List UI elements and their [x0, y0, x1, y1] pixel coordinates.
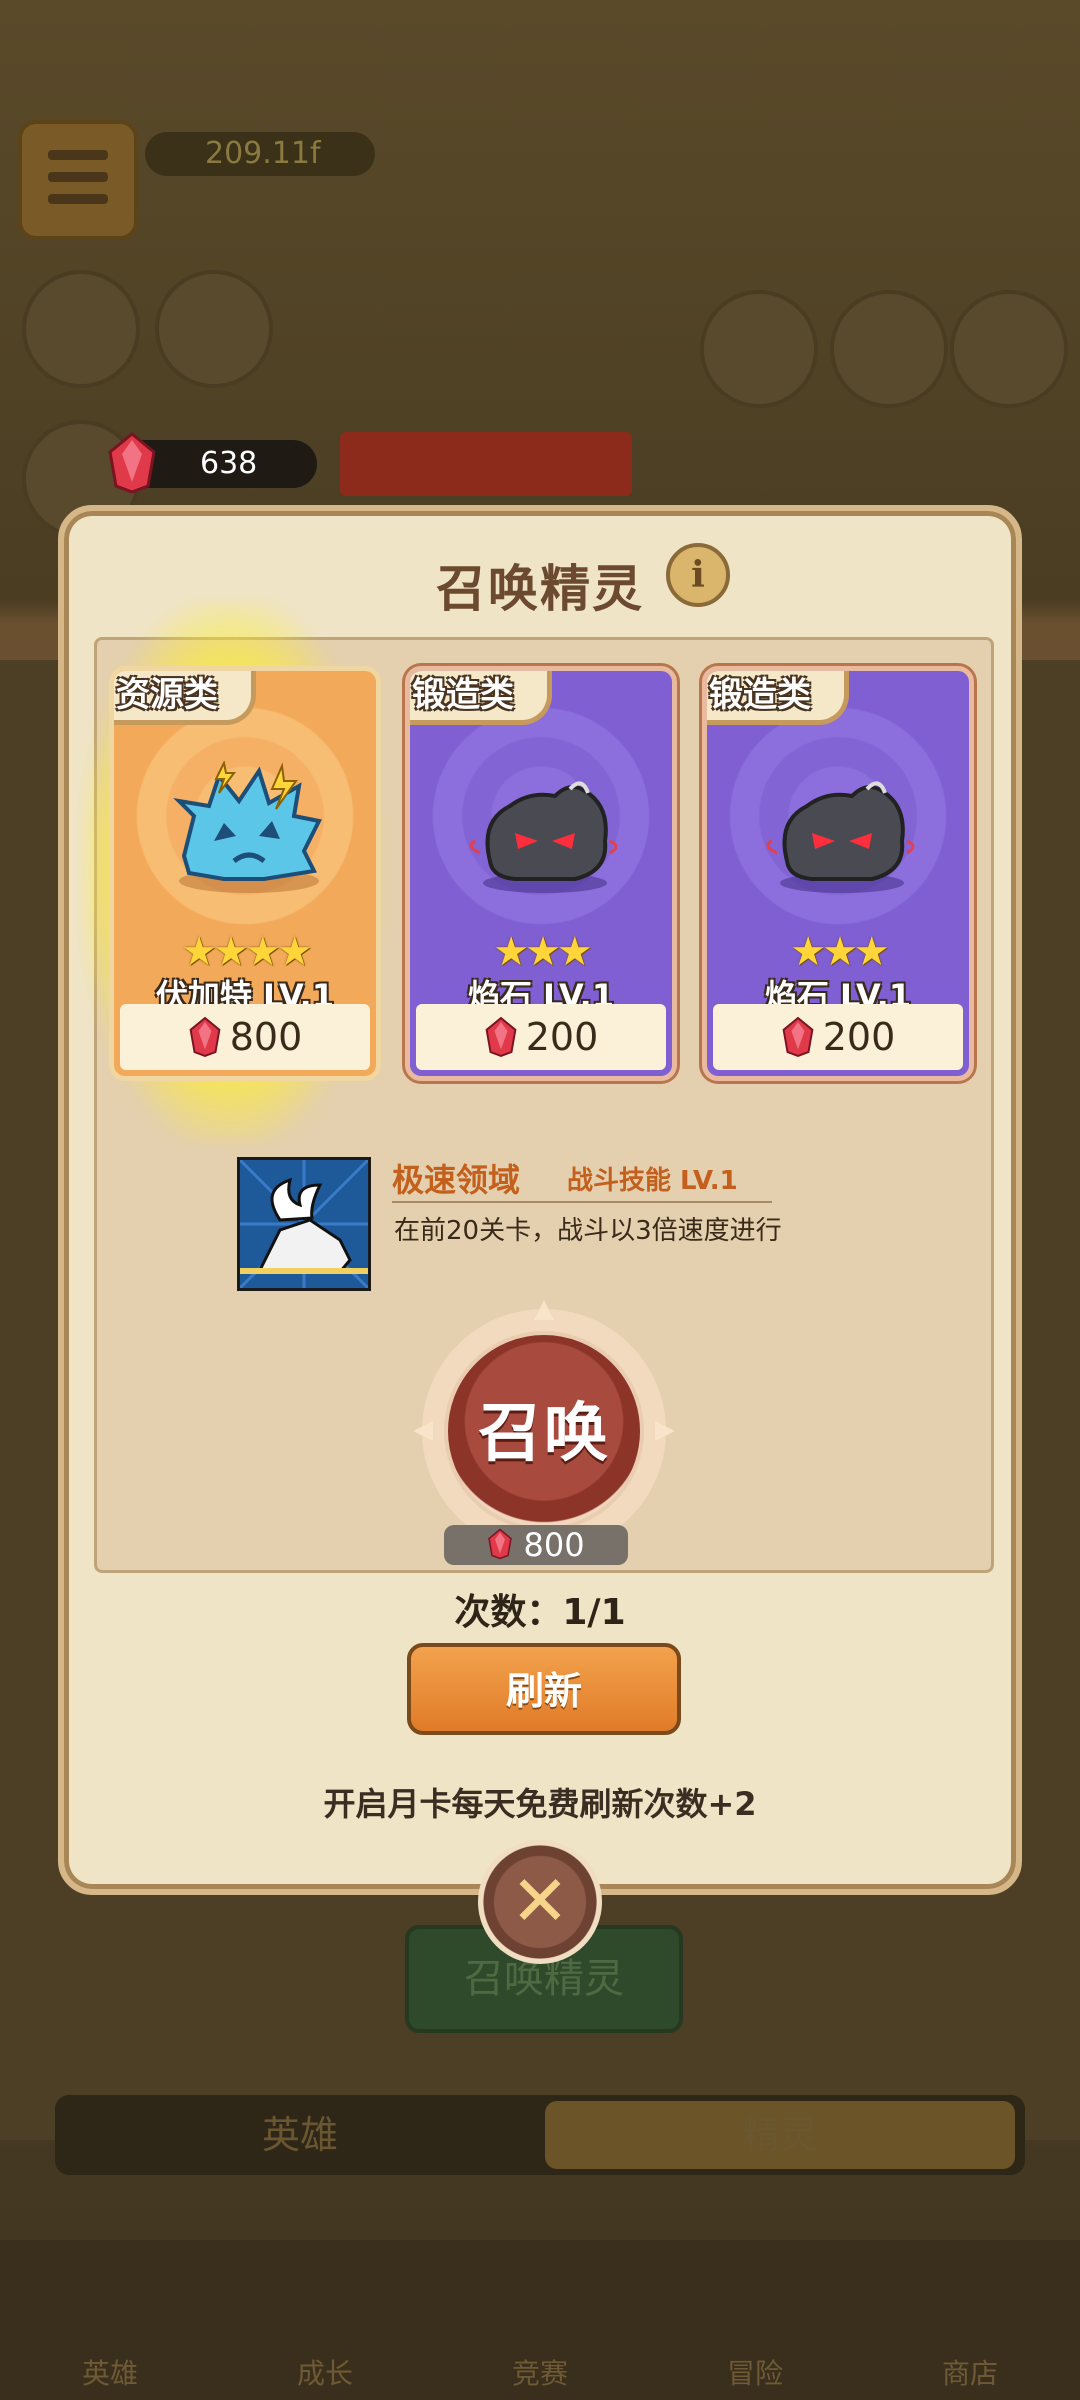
card-price: 200	[416, 1004, 666, 1070]
tab-heroes: 英雄	[261, 2113, 338, 2157]
card-price: 200	[713, 1004, 963, 1070]
nav-shop: 商店	[941, 2357, 998, 2390]
background-tabs: 英雄 精灵	[55, 2095, 1025, 2175]
feature-icon	[950, 290, 1068, 408]
dialog-content: 资源类 ★★★★ 伏加特 LV.1 800 锻造类 ★★★ 焰石 LV.1 20…	[83, 602, 994, 1573]
feature-icon	[700, 290, 818, 408]
star-rating: ★★★	[493, 929, 593, 975]
card-category-tag: 资源类	[114, 671, 256, 725]
close-button[interactable]: ✕	[478, 1840, 602, 1964]
skill-name: 极速领域	[392, 1161, 521, 1199]
power-display: 209.11f	[145, 132, 375, 176]
summon-button[interactable]: 召唤	[413, 1300, 675, 1562]
spirit-card-1[interactable]: 资源类 ★★★★ 伏加特 LV.1 800	[109, 666, 381, 1081]
summon-label: 召唤	[478, 1397, 610, 1471]
gem-icon	[108, 432, 156, 494]
skill-type: 战斗技能 LV.1	[567, 1166, 738, 1196]
nav-arena: 竞赛	[511, 2357, 568, 2390]
gem-counter: 638	[108, 432, 317, 494]
feature-icon	[830, 290, 948, 408]
nav-adventure: 冒险	[726, 2357, 783, 2390]
card-category-tag: 锻造类	[410, 671, 552, 725]
summon-spirit-dialog: 召唤精灵 i 资源类 ★★★★ 伏加特 LV.1 800 锻造类 ★★★ 焰石 …	[58, 505, 1022, 1895]
gem-icon	[488, 1528, 513, 1560]
spirit-rock-icon	[469, 781, 618, 893]
nav-growth: 成长	[296, 2357, 353, 2390]
gem-count: 638	[200, 446, 258, 481]
star-rating: ★★★	[790, 929, 890, 975]
spirit-lightning-icon	[173, 761, 322, 893]
spirit-rock-icon	[766, 781, 915, 893]
bottom-nav: 英雄 成长 竞赛 冒险 商店	[0, 2240, 1080, 2400]
gem-icon	[485, 1016, 517, 1057]
card-price: 800	[120, 1004, 370, 1070]
refresh-button[interactable]: 刷新	[407, 1643, 681, 1735]
tab-spirits: 精灵	[545, 2101, 1015, 2169]
menu-icon	[18, 120, 138, 240]
spirit-card-3[interactable]: 锻造类 ★★★ 焰石 LV.1 200	[702, 666, 974, 1081]
gem-icon	[782, 1016, 814, 1057]
refresh-count: 次数：1/1	[454, 1592, 626, 1633]
feature-icon	[155, 270, 273, 388]
skill-description: 在前20关卡，战斗以3倍速度进行	[394, 1216, 782, 1246]
monthly-card-hint: 开启月卡每天免费刷新次数+2	[323, 1785, 757, 1823]
avatar	[22, 270, 140, 388]
divider	[392, 1201, 772, 1203]
close-icon: ✕	[510, 1860, 570, 1942]
gem-icon	[189, 1016, 221, 1057]
spirit-card-2[interactable]: 锻造类 ★★★ 焰石 LV.1 200	[405, 666, 677, 1081]
winged-boot-icon	[237, 1157, 371, 1291]
summon-cost: 800	[444, 1525, 628, 1565]
star-rating: ★★★★	[181, 929, 312, 975]
card-category-tag: 锻造类	[707, 671, 849, 725]
nav-heroes: 英雄	[81, 2357, 138, 2390]
background-banner	[340, 432, 632, 496]
info-icon[interactable]: i	[666, 543, 730, 607]
